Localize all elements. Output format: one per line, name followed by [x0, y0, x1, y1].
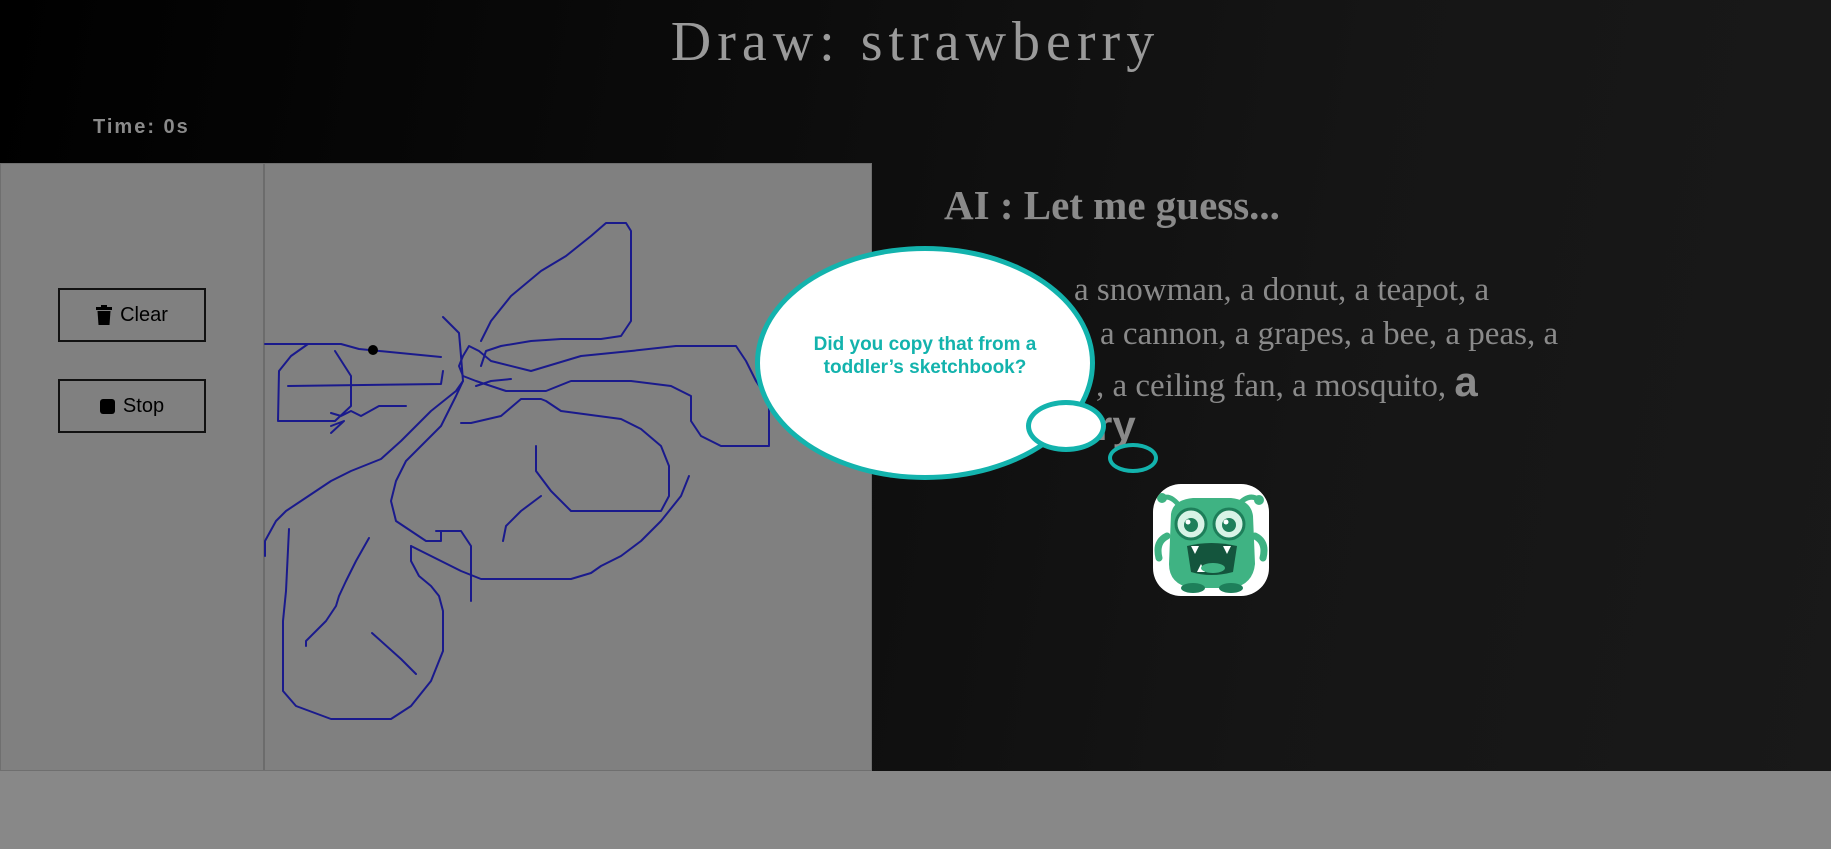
monster-mascot-icon [1153, 484, 1269, 596]
ai-heading: AI : Let me guess... [944, 182, 1280, 228]
final-guess-a: a [1454, 358, 1478, 405]
guess-line-3: , a ceiling fan, a mosquito, [1096, 368, 1447, 404]
drawing-panel: Clear Stop [0, 163, 872, 771]
speech-bubble-text: Did you copy that from a toddler’s sketc… [813, 334, 1037, 378]
timer: Time: 0s [93, 116, 190, 138]
game-area: Draw: strawberry Time: 0s Clear Stop AI … [0, 0, 1831, 771]
page-title: Draw: strawberry [670, 11, 1161, 73]
speech-bubble-tail-large [1026, 400, 1106, 452]
speech-bubble-tail-small [1108, 443, 1158, 473]
drawing-canvas[interactable] [1, 164, 873, 772]
